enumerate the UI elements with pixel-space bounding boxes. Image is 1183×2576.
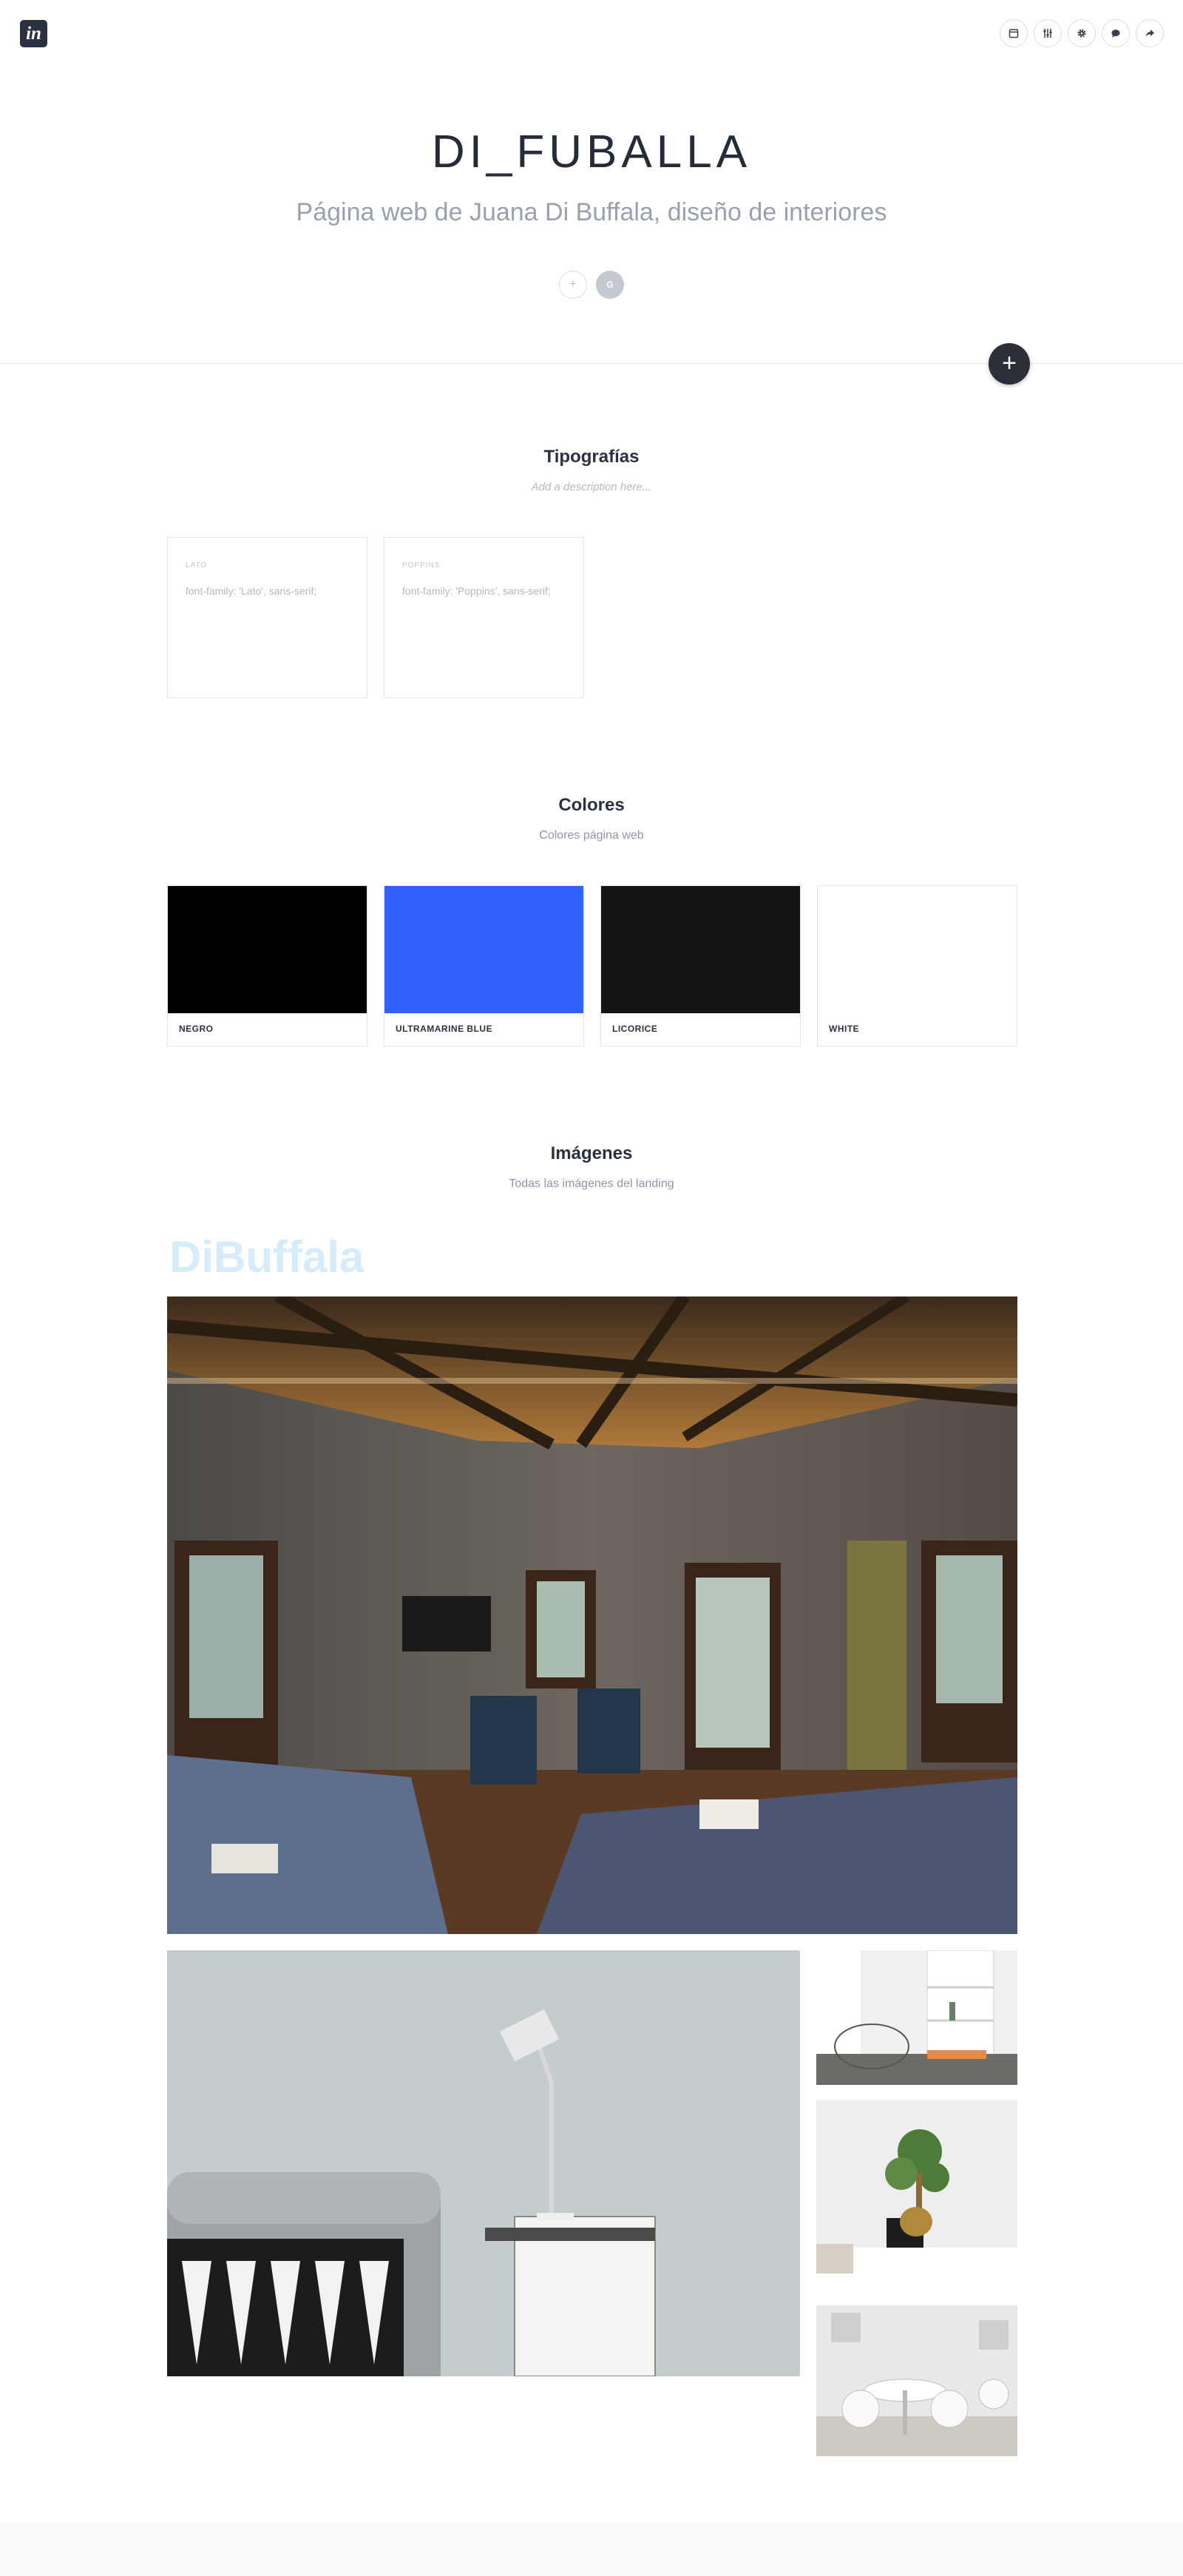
color-name: ULTRAMARINE BLUE <box>396 1024 493 1034</box>
color-card[interactable]: ULTRAMARINE BLUE <box>384 885 584 1047</box>
brand-logo-image[interactable]: DiBuffala <box>169 1231 364 1282</box>
typography-card[interactable]: POPPINS font-family: 'Poppins', sans-ser… <box>384 537 584 698</box>
section-description-typography[interactable]: Add a description here... <box>0 481 1183 493</box>
sliders-icon[interactable] <box>1034 19 1062 47</box>
color-card[interactable]: LICORICE <box>600 885 801 1047</box>
invision-logo[interactable]: in <box>20 20 47 47</box>
share-icon[interactable] <box>1136 19 1164 47</box>
font-family-value: font-family: 'Poppins', sans-serif; <box>402 585 551 597</box>
font-family-value: font-family: 'Lato', sans-serif; <box>186 585 317 597</box>
comment-icon[interactable] <box>1102 19 1130 47</box>
page-footer-band <box>0 2522 1183 2576</box>
color-name: NEGRO <box>179 1024 214 1034</box>
board-header: in DI_FUBALLA Página web de Juana Di Buf… <box>0 0 1183 364</box>
bedroom-photo[interactable] <box>167 1297 1017 1934</box>
font-name: LATO <box>186 561 208 569</box>
add-section-button[interactable]: + <box>989 343 1030 385</box>
section-description-images[interactable]: Todas las imágenes del landing <box>0 1177 1183 1191</box>
section-title-typography[interactable]: Tipografías <box>0 447 1183 467</box>
color-swatch <box>168 886 367 1013</box>
section-title-images[interactable]: Imágenes <box>0 1143 1183 1164</box>
collaborators: + G <box>559 271 624 299</box>
top-actions <box>1000 19 1164 47</box>
board-title[interactable]: DI_FUBALLA <box>0 126 1183 178</box>
color-name: WHITE <box>829 1024 860 1034</box>
bonsai-desk-photo[interactable] <box>816 2100 1017 2289</box>
color-swatch <box>601 886 800 1013</box>
calendar-icon[interactable] <box>1000 19 1028 47</box>
section-description-colors[interactable]: Colores página web <box>0 829 1183 842</box>
color-card[interactable]: NEGRO <box>167 885 367 1047</box>
lamp-sofa-photo[interactable] <box>167 1950 800 2376</box>
font-name: POPPINS <box>402 561 441 569</box>
section-title-colors[interactable]: Colores <box>0 795 1183 816</box>
add-collaborator-button[interactable]: + <box>559 271 587 299</box>
color-swatch <box>818 886 1017 1013</box>
gear-icon[interactable] <box>1068 19 1096 47</box>
avatar[interactable]: G <box>596 271 624 299</box>
white-shelf-chair-photo[interactable] <box>816 1950 1017 2085</box>
board-subtitle[interactable]: Página web de Juana Di Buffala, diseño d… <box>0 198 1183 227</box>
color-name: LICORICE <box>612 1024 658 1034</box>
dining-room-photo[interactable] <box>816 2305 1017 2456</box>
color-swatch <box>384 886 583 1013</box>
color-card[interactable]: WHITE <box>817 885 1017 1047</box>
typography-card[interactable]: LATO font-family: 'Lato', sans-serif; <box>167 537 367 698</box>
